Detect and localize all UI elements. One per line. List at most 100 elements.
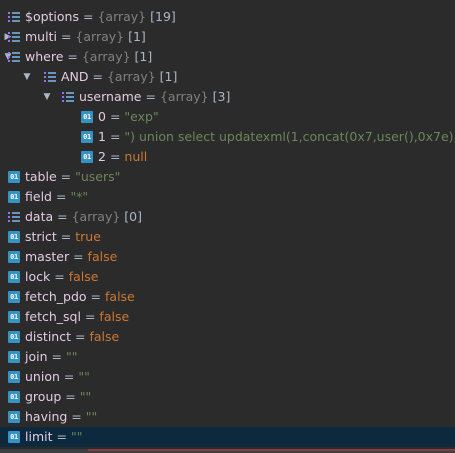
bottom-bar-indicator: [88, 449, 455, 451]
value-icon: 01: [8, 391, 20, 403]
variable-row-data[interactable]: data = {array} [0]: [0, 207, 455, 227]
variable-row-fetch_sql[interactable]: 01 fetch_sql = false: [0, 307, 455, 327]
value-icon: 01: [8, 171, 20, 183]
variable-label: where = {array} [1]: [25, 47, 152, 67]
variable-label: limit = "": [25, 427, 82, 447]
variable-value: false: [87, 249, 118, 264]
variable-row-limit[interactable]: 01 limit = "": [0, 427, 455, 447]
equals-sign: =: [65, 389, 76, 404]
variable-count: [0]: [124, 209, 142, 224]
variable-count: [19]: [150, 9, 176, 24]
variable-name: union: [25, 369, 60, 384]
variable-name: AND: [61, 69, 89, 84]
variable-value: "": [65, 349, 78, 364]
variable-label: fetch_pdo = false: [25, 287, 135, 307]
variable-name: multi: [25, 29, 57, 44]
variable-value: "": [79, 389, 92, 404]
variable-value: "users": [75, 169, 121, 184]
variable-row-group[interactable]: 01 group = "": [0, 387, 455, 407]
variable-label: field = "*": [25, 187, 88, 207]
variable-label: group = "": [25, 387, 91, 407]
variable-label: data = {array} [0]: [25, 207, 142, 227]
equals-sign: =: [73, 249, 84, 264]
variable-row-2[interactable]: 01 2 = null: [0, 147, 455, 167]
variable-value: false: [99, 309, 130, 324]
variable-label: 1 = ") union select updatexml(1,concat(0…: [98, 127, 455, 147]
variable-count: [3]: [212, 89, 231, 104]
collapse-arrow-icon[interactable]: ▼: [22, 67, 32, 87]
variable-type: {array}: [81, 49, 131, 64]
equals-sign: =: [60, 29, 72, 44]
variable-name: 2: [98, 149, 106, 164]
variable-row-field[interactable]: 01 field = "*": [0, 187, 455, 207]
variable-row-fetch_pdo[interactable]: 01 fetch_pdo = false: [0, 287, 455, 307]
variable-label: join = "": [25, 347, 77, 367]
equals-sign: =: [51, 349, 62, 364]
variable-row-options[interactable]: $options = {array} [19]: [0, 7, 455, 27]
variable-name: where: [25, 49, 64, 64]
value-icon: 01: [8, 291, 20, 303]
equals-sign: =: [55, 189, 67, 204]
variable-row-strict[interactable]: 01 strict = true: [0, 227, 455, 247]
variable-row-multi[interactable]: ▶ multi = {array} [1]: [0, 27, 455, 47]
variable-label: AND = {array} [1]: [61, 67, 177, 87]
equals-sign: =: [60, 169, 72, 184]
equals-sign: =: [71, 409, 82, 424]
equals-sign: =: [84, 309, 96, 324]
value-icon: 01: [8, 411, 20, 423]
variable-value: "": [85, 409, 98, 424]
variable-label: fetch_sql = false: [25, 307, 129, 327]
equals-sign: =: [60, 229, 72, 244]
variable-label: master = false: [25, 247, 117, 267]
variable-row-having[interactable]: 01 having = "": [0, 407, 455, 427]
array-icon: [8, 11, 20, 23]
variable-name: master: [25, 249, 70, 264]
collapse-arrow-icon[interactable]: ▼: [42, 87, 52, 107]
variable-name: 0: [98, 109, 106, 124]
array-icon: [8, 211, 20, 223]
variable-name: field: [25, 189, 52, 204]
value-icon: 01: [8, 251, 20, 263]
variable-value: false: [105, 289, 135, 304]
variable-label: lock = false: [25, 267, 98, 287]
variable-row-where[interactable]: ▼ where = {array} [1]: [0, 47, 455, 67]
variable-name: table: [25, 169, 57, 184]
variable-name: data: [25, 209, 54, 224]
variable-count: [1]: [159, 69, 178, 84]
equals-sign: =: [109, 129, 121, 144]
value-icon: 01: [8, 231, 20, 243]
variable-type: {array}: [75, 29, 125, 44]
equals-sign: =: [74, 329, 86, 344]
variable-label: distinct = false: [25, 327, 119, 347]
value-icon: 01: [8, 271, 20, 283]
value-icon: 01: [81, 131, 93, 143]
variable-row-distinct[interactable]: 01 distinct = false: [0, 327, 455, 347]
variable-value: ") union select updatexml(1,concat(0x7,u…: [124, 129, 455, 144]
variable-row-master[interactable]: 01 master = false: [0, 247, 455, 267]
variable-row-0[interactable]: 01 0 = "exp": [0, 107, 455, 127]
array-icon: [8, 51, 20, 63]
equals-sign: =: [109, 149, 121, 164]
value-icon: 01: [81, 151, 93, 163]
equals-sign: =: [109, 109, 121, 124]
variable-name: having: [25, 409, 68, 424]
equals-sign: =: [54, 269, 65, 284]
variable-value: "": [78, 369, 90, 384]
variable-row-lock[interactable]: 01 lock = false: [0, 267, 455, 287]
variable-value: true: [75, 229, 101, 244]
variable-row-union[interactable]: 01 union = "": [0, 367, 455, 387]
variable-value: "exp": [124, 109, 159, 124]
variable-row-join[interactable]: 01 join = "": [0, 347, 455, 367]
variable-row-username[interactable]: ▼ username = {array} [3]: [0, 87, 455, 107]
variable-name: fetch_pdo: [25, 289, 87, 304]
variable-row-and[interactable]: ▼ AND = {array} [1]: [0, 67, 455, 87]
equals-sign: =: [82, 9, 94, 24]
variable-name: lock: [25, 269, 51, 284]
variable-name: username: [79, 89, 142, 104]
equals-sign: =: [90, 289, 102, 304]
variable-label: 0 = "exp": [98, 107, 159, 127]
variable-row-table[interactable]: 01 table = "users": [0, 167, 455, 187]
array-icon: [62, 91, 74, 103]
equals-sign: =: [57, 209, 68, 224]
variable-row-1[interactable]: 01 1 = ") union select updatexml(1,concat…: [0, 127, 455, 147]
